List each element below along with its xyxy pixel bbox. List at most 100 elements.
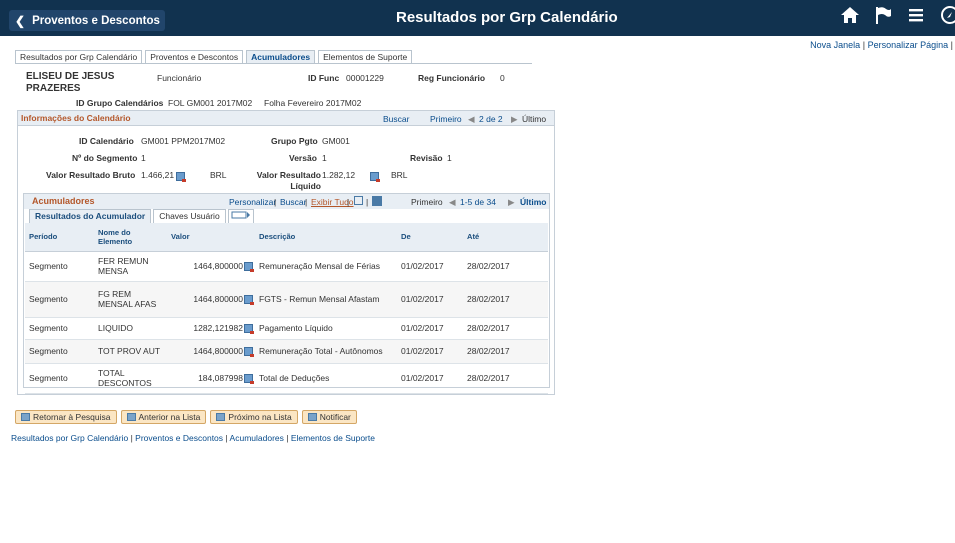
prev-icon[interactable]: ◀	[449, 197, 456, 208]
cell-valor-text: 1464,800000	[193, 260, 243, 271]
flag-icon[interactable]	[873, 5, 893, 25]
num-segmento-value: 1	[141, 153, 146, 163]
id-func-value: 00001229	[346, 73, 384, 83]
cell-ate: 28/02/2017	[463, 281, 548, 318]
calculator-icon[interactable]	[244, 324, 254, 335]
grid-pager: 1-5 de 34	[460, 197, 496, 207]
tab-elementos-suporte[interactable]: Elementos de Suporte	[318, 50, 413, 64]
menu-icon[interactable]	[906, 5, 926, 25]
notify-button[interactable]: Notificar	[301, 410, 357, 424]
calendar-search-link[interactable]: Buscar	[383, 114, 409, 124]
footer-link-acumuladores[interactable]: Acumuladores	[230, 433, 284, 443]
separator: |	[286, 433, 289, 443]
home-icon[interactable]	[840, 5, 860, 25]
show-all-columns-icon[interactable]	[227, 209, 254, 223]
calculator-icon[interactable]	[176, 172, 186, 183]
versao-value: 1	[322, 153, 327, 163]
button-label: Notificar	[319, 412, 351, 422]
grid-subtabs: Resultados do Acumulador Chaves Usuário	[29, 209, 254, 223]
calculator-icon[interactable]	[244, 262, 254, 273]
download-icon[interactable]	[372, 196, 382, 206]
id-func-label: ID Func	[308, 73, 340, 83]
id-calendario-label: ID Calendário	[79, 136, 134, 146]
footer-link-resultados[interactable]: Resultados por Grp Calendário	[11, 433, 128, 443]
cell-periodo: Segmento	[25, 317, 94, 340]
table-row: Segmento FG REM MENSAL AFAS 1464,800000 …	[25, 281, 548, 318]
table-row: Segmento LIQUIDO 1282,121982 Pagamento L…	[25, 317, 548, 340]
col-de[interactable]: De	[397, 223, 463, 252]
prev-icon[interactable]: ◀	[468, 114, 475, 125]
versao-label: Versão	[289, 153, 317, 163]
next-in-list-button[interactable]: Próximo na Lista	[210, 410, 298, 424]
cell-ate: 28/02/2017	[463, 363, 548, 394]
col-ate[interactable]: Até	[463, 223, 548, 252]
tab-resultados[interactable]: Resultados por Grp Calendário	[15, 50, 143, 64]
cell-valor: 1464,800000	[167, 251, 255, 282]
next-icon[interactable]: ▶	[508, 197, 515, 208]
cell-valor-text: 1464,800000	[193, 345, 243, 356]
calculator-icon[interactable]	[244, 374, 254, 385]
grp-cal-desc: Folha Fevereiro 2017M02	[264, 98, 362, 108]
action-buttons: Retornar à Pesquisa Anterior na Lista Pr…	[15, 410, 357, 424]
cell-valor: 184,087998	[167, 363, 255, 394]
col-descricao[interactable]: Descrição	[255, 223, 397, 252]
calendar-first-link[interactable]: Primeiro	[430, 114, 462, 124]
cell-periodo: Segmento	[25, 251, 94, 282]
tab-resultados-acumulador[interactable]: Resultados do Acumulador	[29, 209, 152, 223]
valor-liquido-currency: BRL	[391, 170, 408, 180]
separator: |	[950, 40, 953, 50]
calculator-icon[interactable]	[244, 295, 254, 306]
back-button[interactable]: ❮ Proventos e Descontos	[9, 10, 165, 31]
back-button-label: Proventos e Descontos	[32, 14, 160, 27]
cell-descricao: Pagamento Líquido	[255, 317, 397, 340]
personalize-page-link[interactable]: Personalizar Página	[868, 40, 949, 50]
cell-periodo: Segmento	[25, 339, 94, 364]
button-label: Anterior na Lista	[138, 412, 201, 422]
grid-search-link[interactable]: Buscar	[280, 197, 306, 207]
return-to-search-button[interactable]: Retornar à Pesquisa	[15, 410, 117, 424]
cell-de: 01/02/2017	[397, 363, 463, 394]
next-icon[interactable]: ▶	[511, 114, 518, 125]
calculator-icon[interactable]	[244, 347, 254, 358]
separator: |	[862, 40, 866, 50]
accumulators-table: Período Nome do Elemento Valor Descrição…	[25, 223, 548, 394]
new-window-link[interactable]: Nova Janela	[810, 40, 860, 50]
zoom-icon[interactable]	[354, 196, 363, 205]
grupo-pgto-value: GM001	[322, 136, 350, 146]
grp-cal-value: FOL GM001 2017M02	[168, 98, 253, 108]
cell-de: 01/02/2017	[397, 339, 463, 364]
footer-links: Resultados por Grp Calendário | Provento…	[11, 433, 375, 443]
cell-valor: 1464,800000	[167, 281, 255, 318]
return-icon	[21, 413, 30, 421]
tab-proventos[interactable]: Proventos e Descontos	[145, 50, 244, 64]
calendar-last-link[interactable]: Último	[522, 114, 546, 124]
navbar-icon[interactable]	[939, 5, 955, 25]
separator: |	[366, 197, 369, 207]
cell-valor: 1282,121982	[167, 317, 255, 340]
footer-link-elementos[interactable]: Elementos de Suporte	[291, 433, 375, 443]
grid-last-link[interactable]: Último	[520, 197, 546, 207]
grid-first-link[interactable]: Primeiro	[411, 197, 443, 207]
revisao-label: Revisão	[410, 153, 443, 163]
cell-periodo: Segmento	[25, 363, 94, 394]
button-label: Próximo na Lista	[228, 412, 292, 422]
calculator-icon[interactable]	[369, 172, 380, 183]
col-nome-elemento[interactable]: Nome do Elemento	[94, 223, 167, 252]
cell-nome: FG REM MENSAL AFAS	[94, 281, 167, 318]
col-valor[interactable]: Valor	[167, 223, 255, 252]
personalize-link[interactable]: Personalizar	[229, 197, 276, 207]
tab-divider	[15, 63, 532, 64]
previous-in-list-button[interactable]: Anterior na Lista	[120, 410, 207, 424]
accumulators-title: Acumuladores	[32, 196, 95, 206]
tab-chaves-usuario[interactable]: Chaves Usuário	[153, 209, 226, 223]
cell-de: 01/02/2017	[397, 317, 463, 340]
col-periodo[interactable]: Período	[25, 223, 94, 252]
tab-acumuladores[interactable]: Acumuladores	[246, 50, 316, 64]
valor-liquido-value: 1.282,12	[322, 170, 356, 180]
grp-cal-label: ID Grupo Calendários	[76, 98, 164, 108]
page-title: Resultados por Grp Calendário	[396, 9, 618, 26]
separator: |	[225, 433, 228, 443]
footer-link-proventos[interactable]: Proventos e Descontos	[135, 433, 223, 443]
cell-nome: LIQUIDO	[94, 317, 167, 340]
cell-valor-text: 184,087998	[198, 372, 243, 383]
